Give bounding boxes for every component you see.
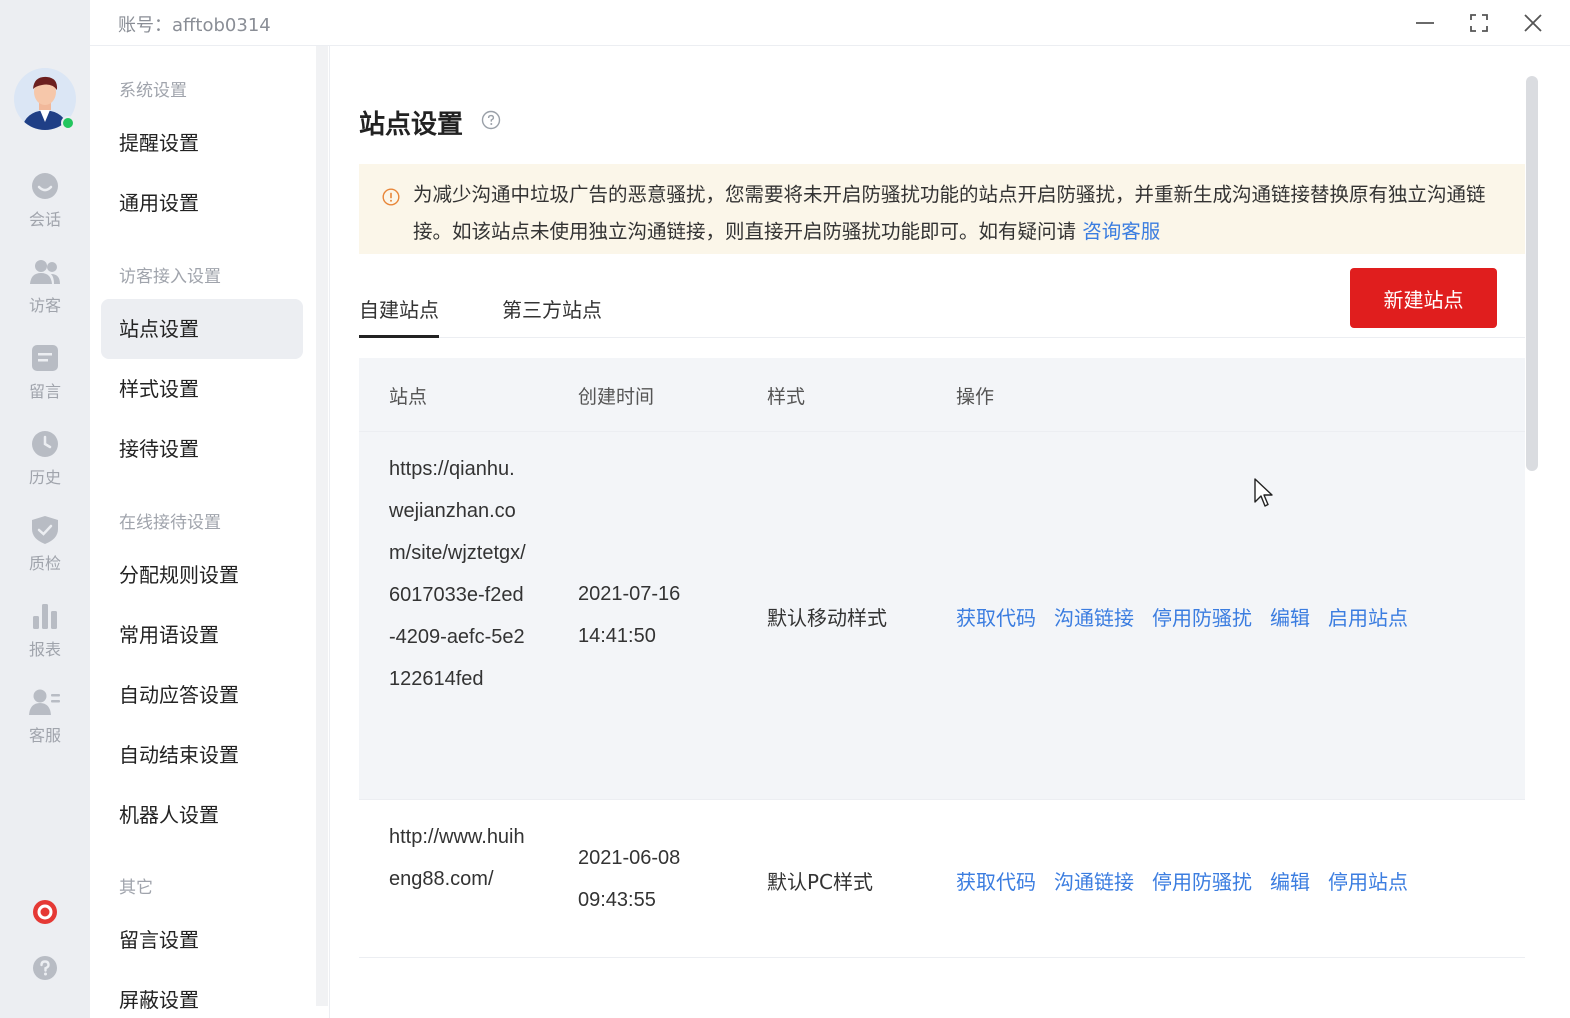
rail-label: 会话 bbox=[28, 210, 61, 229]
menu-group-system: 系统设置 bbox=[119, 81, 187, 101]
menu-item-auto-reply[interactable]: 自动应答设置 bbox=[101, 665, 303, 725]
report-icon bbox=[29, 600, 61, 632]
menu-item-block[interactable]: 屏蔽设置 bbox=[101, 970, 303, 1018]
column-header-site: 站点 bbox=[389, 386, 428, 408]
menu-item-site[interactable]: 站点设置 bbox=[101, 299, 303, 359]
menu-scrollbar[interactable] bbox=[316, 46, 328, 1006]
row-actions: 获取代码 沟通链接 停用防骚扰 编辑 停用站点 bbox=[956, 866, 1408, 895]
agent-icon bbox=[29, 686, 61, 718]
chat-link-link[interactable]: 沟通链接 bbox=[1054, 866, 1134, 895]
visitors-icon bbox=[29, 256, 61, 288]
edit-link[interactable]: 编辑 bbox=[1270, 866, 1310, 895]
rail-item-agent[interactable]: 客服 bbox=[0, 686, 90, 766]
minimize-icon[interactable] bbox=[1412, 10, 1438, 36]
question-circle-icon[interactable] bbox=[481, 110, 501, 130]
menu-item-reminder[interactable]: 提醒设置 bbox=[101, 113, 303, 173]
menu-item-distribution[interactable]: 分配规则设置 bbox=[101, 545, 303, 605]
enable-site-link[interactable]: 启用站点 bbox=[1328, 602, 1408, 631]
account-label: 账号：afftob0314 bbox=[118, 15, 271, 36]
maximize-icon[interactable] bbox=[1466, 10, 1492, 36]
menu-item-style[interactable]: 样式设置 bbox=[101, 359, 303, 419]
tab-third-party[interactable]: 第三方站点 bbox=[502, 294, 602, 338]
rail-item-visitors[interactable]: 访客 bbox=[0, 256, 90, 336]
rail-label: 质检 bbox=[28, 554, 61, 573]
notice-text: 为减少沟通中垃圾广告的恶意骚扰，您需要将未开启防骚扰功能的站点开启防骚扰，并重新… bbox=[413, 183, 1486, 243]
menu-item-auto-end[interactable]: 自动结束设置 bbox=[101, 725, 303, 785]
online-status-dot bbox=[61, 116, 75, 130]
rail-item-history[interactable]: 历史 bbox=[0, 428, 90, 508]
rail-label: 留言 bbox=[28, 382, 61, 401]
rail-label: 历史 bbox=[28, 468, 61, 487]
main-content: 站点设置 为减少沟通中垃圾广告的恶意骚扰，您需要将未开启防骚扰功能的站点开启防骚… bbox=[331, 46, 1570, 1018]
menu-item-general[interactable]: 通用设置 bbox=[101, 173, 303, 233]
menu-item-robot[interactable]: 机器人设置 bbox=[101, 785, 303, 845]
menu-item-reception[interactable]: 接待设置 bbox=[101, 419, 303, 479]
rail-item-message[interactable]: 留言 bbox=[0, 342, 90, 422]
created-time: 14:41:50 bbox=[578, 625, 656, 647]
contact-support-link[interactable]: 咨询客服 bbox=[1082, 220, 1160, 243]
get-code-link[interactable]: 获取代码 bbox=[956, 602, 1036, 631]
menu-group-visitor-access: 访客接入设置 bbox=[119, 267, 221, 287]
column-header-style: 样式 bbox=[767, 386, 806, 408]
menu-group-other: 其它 bbox=[119, 878, 153, 898]
anti-harassment-notice: 为减少沟通中垃圾广告的恶意骚扰，您需要将未开启防骚扰功能的站点开启防骚扰，并重新… bbox=[359, 164, 1525, 254]
column-header-actions: 操作 bbox=[956, 386, 995, 408]
edit-link[interactable]: 编辑 bbox=[1270, 602, 1310, 631]
chat-link-link[interactable]: 沟通链接 bbox=[1054, 602, 1134, 631]
page-title: 站点设置 bbox=[359, 110, 464, 140]
lifebuoy-icon[interactable] bbox=[31, 898, 59, 926]
history-icon bbox=[29, 428, 61, 460]
rail-item-report[interactable]: 报表 bbox=[0, 600, 90, 680]
site-url: https://qianhu.wejianzhan.com/site/wjzte… bbox=[389, 458, 526, 690]
get-code-link[interactable]: 获取代码 bbox=[956, 866, 1036, 895]
table-row: http://www.huiheng88.com/ 2021-06-08 09:… bbox=[359, 800, 1525, 958]
row-actions: 获取代码 沟通链接 停用防骚扰 编辑 启用站点 bbox=[956, 602, 1408, 631]
help-icon[interactable] bbox=[31, 954, 59, 982]
site-table: 站点 创建时间 样式 操作 https://qianhu.wejianzhan.… bbox=[359, 358, 1525, 958]
rail-label: 报表 bbox=[28, 640, 61, 659]
tab-self-built[interactable]: 自建站点 bbox=[359, 294, 439, 338]
disable-anti-harassment-link[interactable]: 停用防骚扰 bbox=[1152, 602, 1252, 631]
title-bar: 账号：afftob0314 bbox=[90, 0, 1570, 46]
menu-group-online-reception: 在线接待设置 bbox=[119, 513, 221, 533]
quality-check-icon bbox=[29, 514, 61, 546]
table-row: https://qianhu.wejianzhan.com/site/wjzte… bbox=[359, 432, 1525, 800]
table-header: 站点 创建时间 样式 操作 bbox=[359, 358, 1525, 432]
disable-anti-harassment-link[interactable]: 停用防骚扰 bbox=[1152, 866, 1252, 895]
site-style: 默认PC样式 bbox=[767, 870, 874, 894]
created-date: 2021-07-16 bbox=[578, 583, 681, 605]
created-date: 2021-06-08 bbox=[578, 847, 681, 869]
nav-rail: 会话 访客 留言 历史 质检 报表 客服 bbox=[0, 0, 90, 1018]
created-time: 09:43:55 bbox=[578, 889, 656, 911]
site-url: http://www.huiheng88.com/ bbox=[389, 826, 525, 890]
rail-item-quality-check[interactable]: 质检 bbox=[0, 514, 90, 594]
site-style: 默认移动样式 bbox=[767, 606, 887, 630]
new-site-button[interactable]: 新建站点 bbox=[1350, 268, 1497, 328]
mouse-cursor-icon bbox=[1254, 478, 1274, 508]
column-header-created: 创建时间 bbox=[578, 386, 655, 408]
menu-item-leave-message[interactable]: 留言设置 bbox=[101, 910, 303, 970]
rail-label: 访客 bbox=[28, 296, 61, 315]
rail-label: 客服 bbox=[28, 726, 61, 745]
message-icon bbox=[29, 342, 61, 374]
menu-item-phrases[interactable]: 常用语设置 bbox=[101, 605, 303, 665]
chat-icon bbox=[29, 170, 61, 202]
close-icon[interactable] bbox=[1520, 10, 1546, 36]
disable-site-link[interactable]: 停用站点 bbox=[1328, 866, 1408, 895]
rail-item-chat[interactable]: 会话 bbox=[0, 170, 90, 250]
main-scrollbar[interactable] bbox=[1526, 76, 1538, 471]
settings-menu: 系统设置 提醒设置 通用设置 访客接入设置 站点设置 样式设置 接待设置 在线接… bbox=[90, 46, 330, 1018]
warning-icon bbox=[382, 181, 400, 206]
